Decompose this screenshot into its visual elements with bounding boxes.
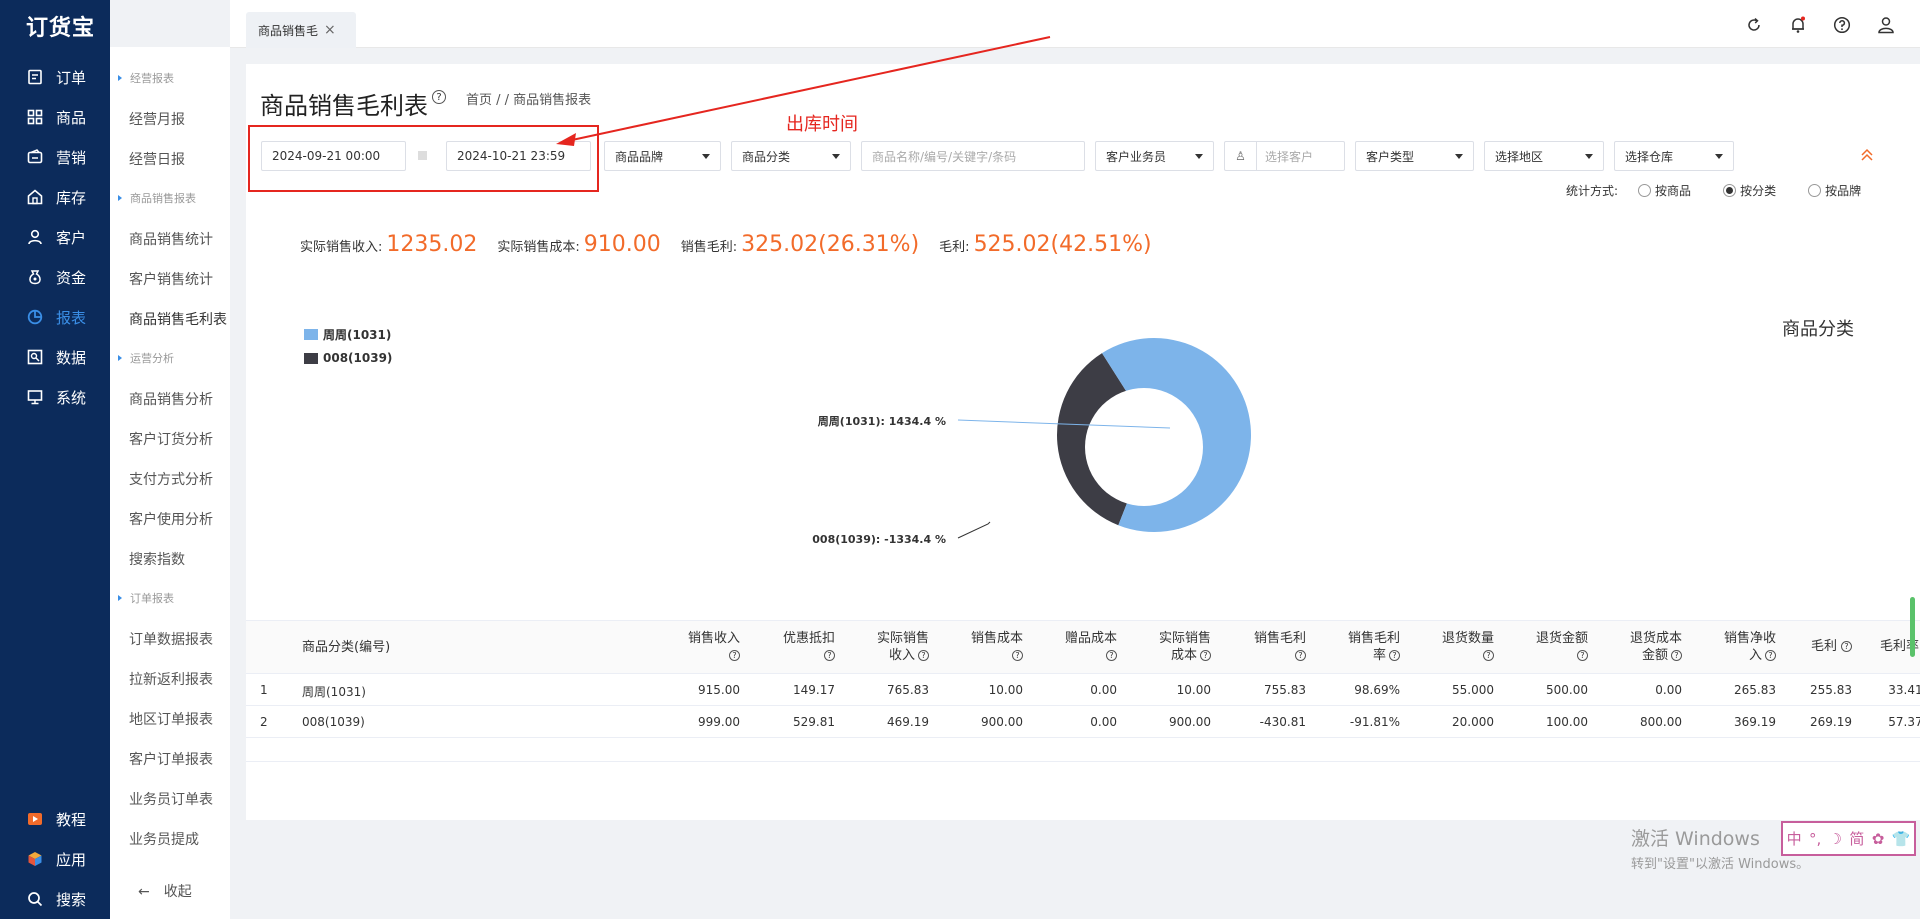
column-header[interactable]: 退货金额? xyxy=(1488,630,1588,664)
pie-label: 周周(1031): 1434.4 % xyxy=(818,415,946,428)
ime-skin-icon[interactable]: 👕 xyxy=(1892,830,1911,848)
column-header[interactable]: 销售收入? xyxy=(640,630,740,664)
table-cell: 800.00 xyxy=(1640,715,1682,729)
table-cell: 469.19 xyxy=(887,715,929,729)
table-cell: 98.69% xyxy=(1354,683,1400,697)
table-cell: 2 xyxy=(260,715,268,729)
column-header[interactable]: 退货成本 金额? xyxy=(1582,630,1682,664)
table-row[interactable]: 1 周周(1031) 915.00 149.17 765.83 10.00 0.00 10.0… xyxy=(246,674,1920,706)
pie-chart: 周周(1031): 1434.4 % 008(1039): -1334.4 % xyxy=(812,338,1251,546)
table-cell: 0.00 xyxy=(1090,683,1117,697)
column-header[interactable]: 毛利率? xyxy=(1834,638,1920,655)
table-cell: -430.81 xyxy=(1259,715,1306,729)
table-cell: 周周(1031) xyxy=(302,685,366,699)
pie-hole xyxy=(1085,388,1203,506)
column-header[interactable]: 销售毛利率? xyxy=(1300,630,1400,664)
table-cell: 755.83 xyxy=(1264,683,1306,697)
table-cell: 500.00 xyxy=(1546,683,1588,697)
table-cell: 900.00 xyxy=(1169,715,1211,729)
table-cell: 33.41% xyxy=(1888,683,1920,697)
table-cell: 008(1039) xyxy=(302,715,365,729)
table-row[interactable]: 2 008(1039) 999.00 529.81 469.19 900.00 0.00 90… xyxy=(246,706,1920,738)
table-cell: 10.00 xyxy=(1176,683,1211,697)
table-cell: 1 xyxy=(260,683,268,697)
table-cell: 999.00 xyxy=(698,715,740,729)
table-cell: 100.00 xyxy=(1546,715,1588,729)
ime-toolbar[interactable]: 中 °, ☽ 简 ✿ 👕 xyxy=(1781,821,1916,856)
column-header[interactable]: 优惠抵扣? xyxy=(735,630,835,664)
ime-simplified-icon[interactable]: 简 xyxy=(1849,828,1864,849)
table-cell: 57.37% xyxy=(1888,715,1920,729)
ime-chinese-icon[interactable]: 中 xyxy=(1787,828,1802,849)
scrollbar-thumb[interactable] xyxy=(1910,597,1915,657)
table-cell: 55.000 xyxy=(1452,683,1494,697)
pie-leader-line xyxy=(957,521,991,539)
table-row-empty xyxy=(246,738,1920,762)
column-header[interactable]: 销售毛利? xyxy=(1206,630,1306,664)
table-header: 商品分类(编号) 销售收入? 优惠抵扣? 实际销售 收入? 销售成本? 赠品成本? 实际销售成… xyxy=(246,620,1920,674)
table-cell: 529.81 xyxy=(793,715,835,729)
ime-punctuation-icon[interactable]: °, xyxy=(1809,830,1821,848)
table-cell: 0.00 xyxy=(1655,683,1682,697)
table-cell: 149.17 xyxy=(793,683,835,697)
column-header[interactable]: 销售成本? xyxy=(923,630,1023,664)
table-cell: 765.83 xyxy=(887,683,929,697)
table-cell: 10.00 xyxy=(988,683,1023,697)
table-cell: 915.00 xyxy=(698,683,740,697)
table-cell: 0.00 xyxy=(1090,715,1117,729)
table-cell: -91.81% xyxy=(1349,715,1400,729)
column-header[interactable]: 实际销售 成本? xyxy=(1111,630,1211,664)
pie-label: 008(1039): -1334.4 % xyxy=(812,533,946,546)
column-header[interactable]: 赠品成本? xyxy=(1017,630,1117,664)
table-cell: 20.000 xyxy=(1452,715,1494,729)
column-header[interactable]: 退货数量? xyxy=(1394,630,1494,664)
ime-moon-icon[interactable]: ☽ xyxy=(1829,830,1842,848)
ime-settings-icon[interactable]: ✿ xyxy=(1872,830,1885,848)
column-header[interactable]: 实际销售 收入? xyxy=(829,630,929,664)
column-header[interactable]: 商品分类(编号) xyxy=(302,639,390,656)
table-cell: 900.00 xyxy=(981,715,1023,729)
